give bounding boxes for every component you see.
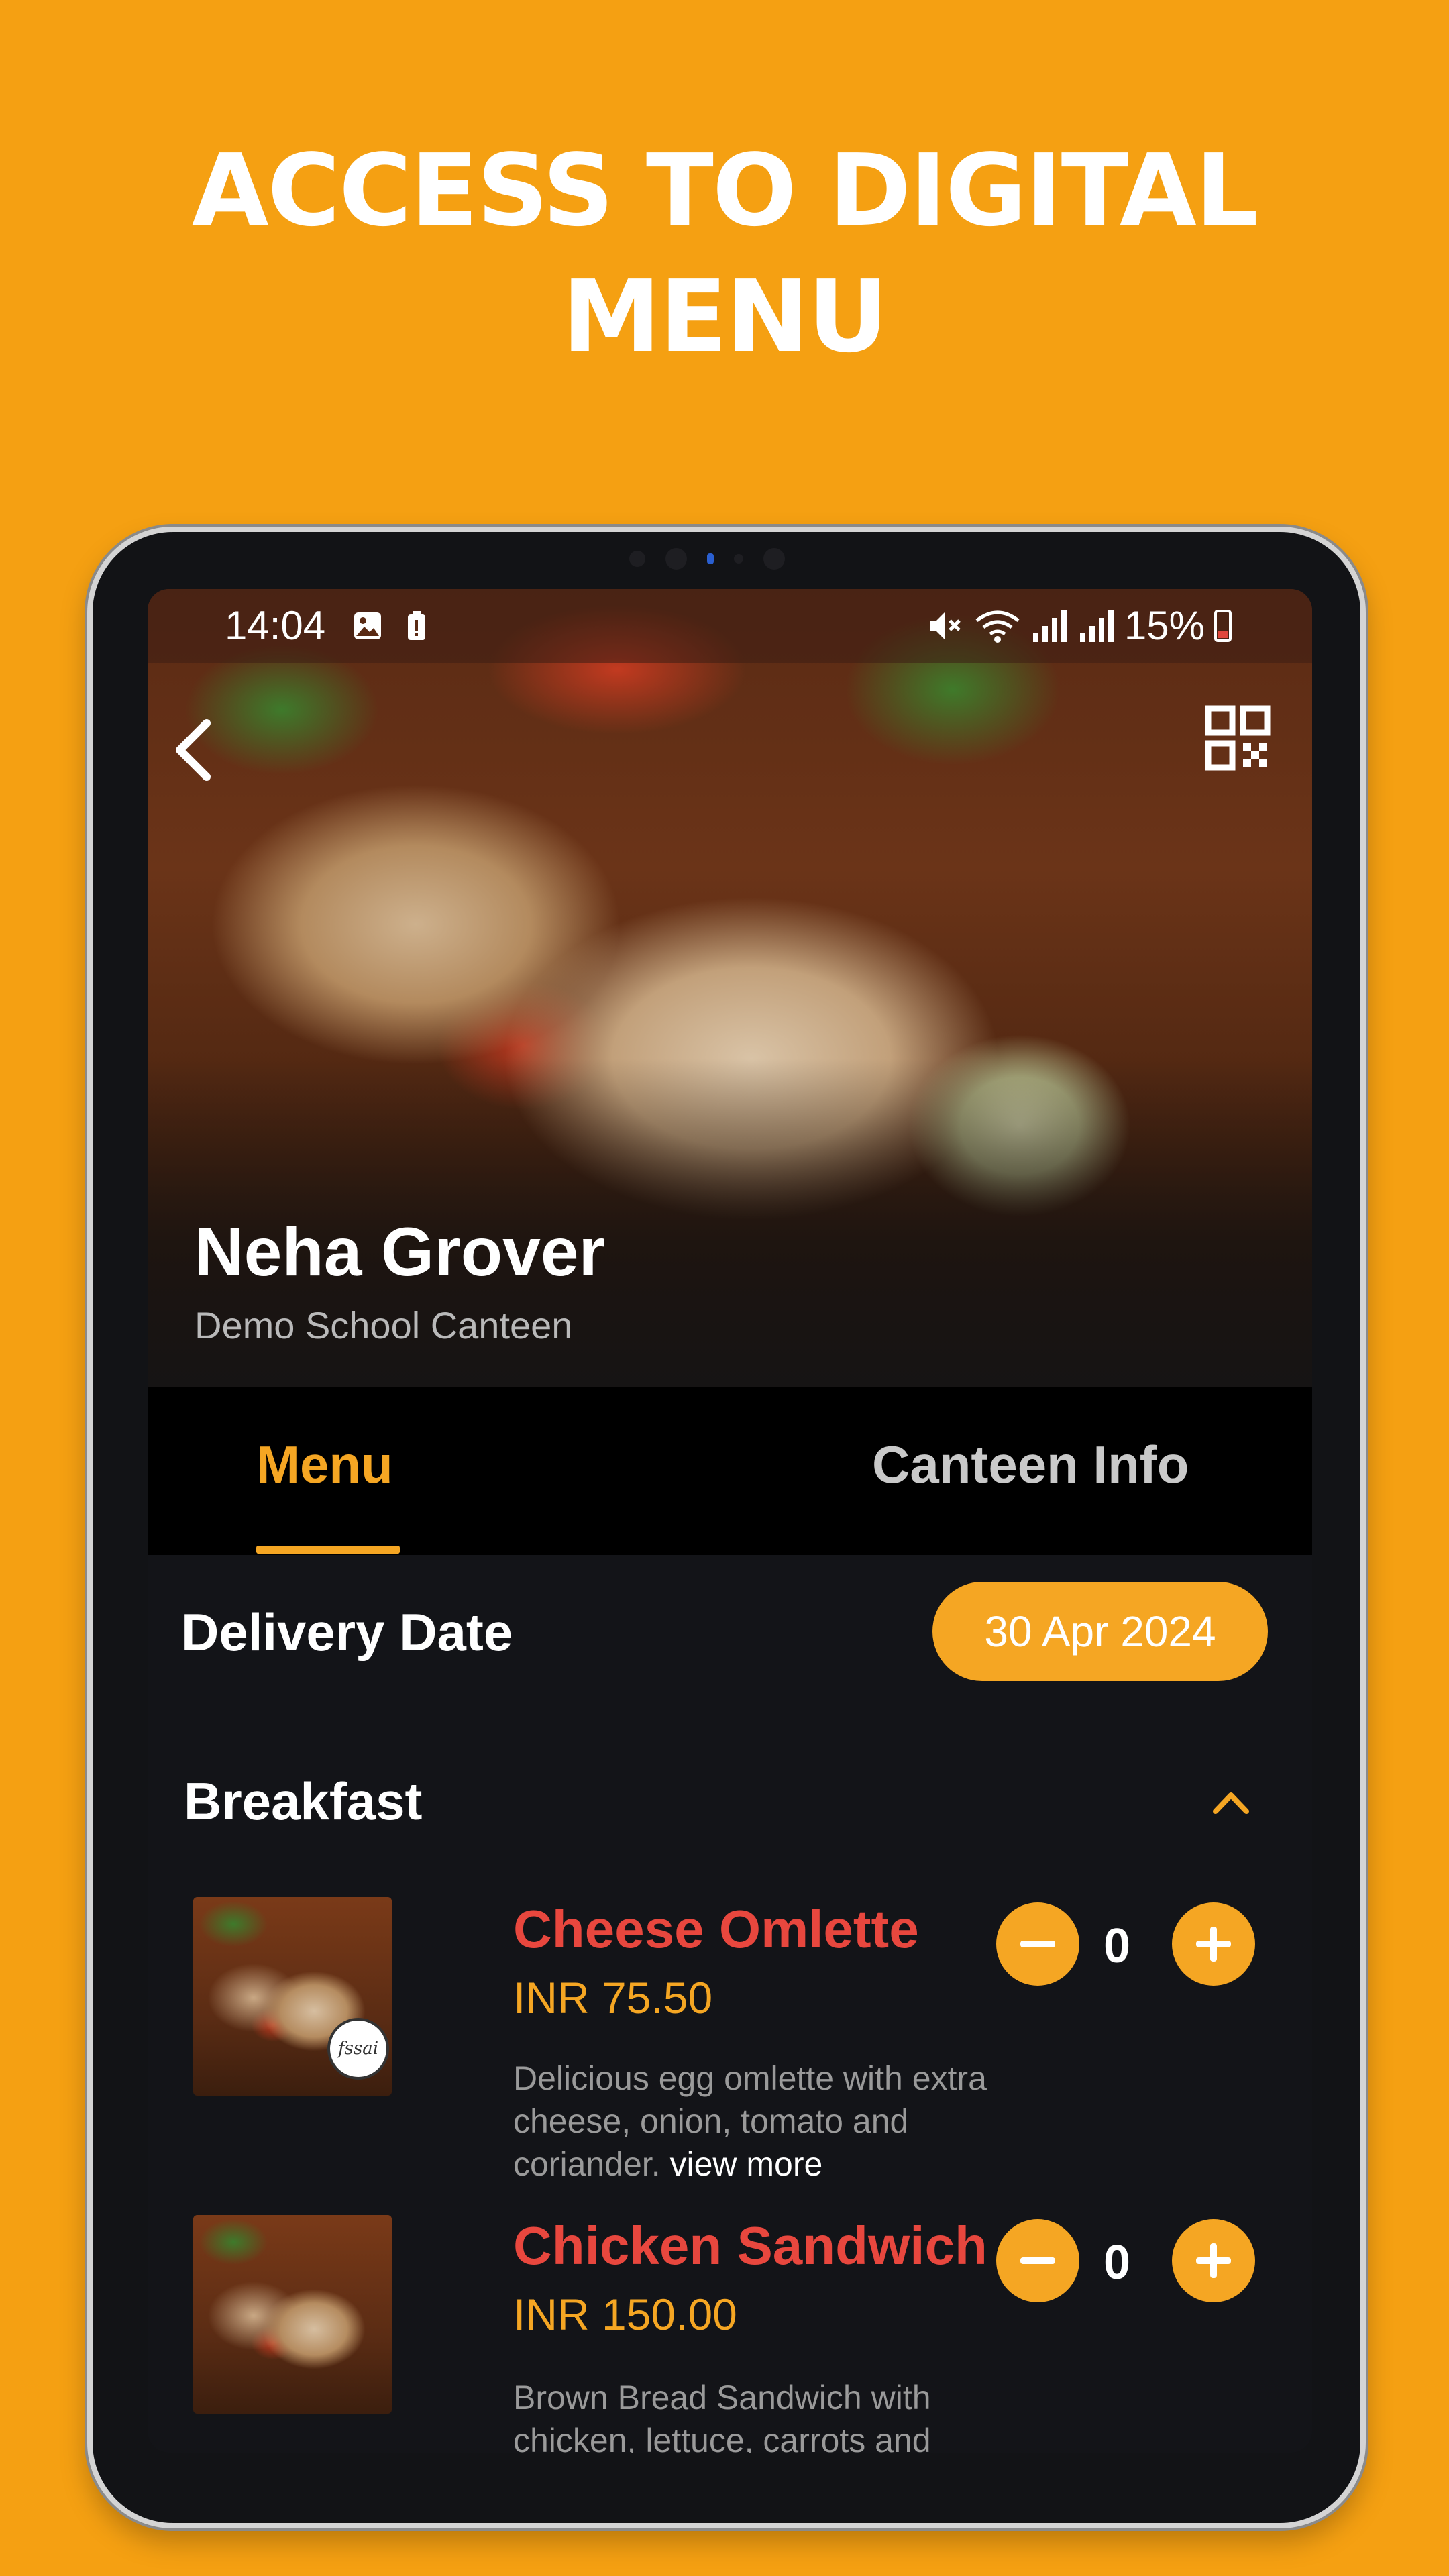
headline: ACCESS TO DIGITAL MENU: [0, 127, 1449, 380]
item-image: [193, 2215, 392, 2414]
camera-bar: [629, 545, 785, 572]
status-bar: 14:04 15%: [148, 589, 1312, 663]
tab-menu[interactable]: Menu: [256, 1434, 393, 1495]
headline-line-2: MENU: [561, 259, 888, 374]
qr-code-icon[interactable]: [1204, 704, 1271, 771]
minus-icon: [1020, 2257, 1055, 2264]
battery-alert-icon: [408, 611, 425, 640]
tab-bar: Menu Canteen Info: [148, 1387, 1312, 1555]
item-description: Delicious egg omlette with extra cheese,…: [513, 2059, 987, 2183]
delivery-date-button[interactable]: 30 Apr 2024: [932, 1582, 1268, 1681]
decrease-quantity-button[interactable]: [996, 2219, 1079, 2302]
headline-line-1: ACCESS TO DIGITAL: [191, 133, 1258, 248]
back-icon[interactable]: [161, 710, 228, 790]
signal-icon: [1032, 609, 1067, 642]
active-tab-indicator: [256, 1546, 400, 1554]
decrease-quantity-button[interactable]: [996, 1902, 1079, 1986]
owner-name: Neha Grover: [195, 1214, 606, 1290]
quantity-value: 0: [1103, 1919, 1131, 1973]
gallery-icon: [354, 612, 381, 639]
battery-icon: [1214, 609, 1232, 642]
tab-canteen-info[interactable]: Canteen Info: [872, 1434, 1189, 1495]
item-name: Chicken Sandwich: [513, 2216, 987, 2275]
increase-quantity-button[interactable]: [1172, 1902, 1255, 1986]
item-description: Brown Bread Sandwich with chicken, lettu…: [513, 2379, 931, 2453]
item-image: fssai: [193, 1897, 392, 2096]
wifi-icon: [975, 610, 1020, 643]
plus-icon: [1196, 2243, 1231, 2278]
view-more-link[interactable]: view more: [669, 2145, 822, 2183]
section-title-breakfast[interactable]: Breakfast: [184, 1771, 423, 1832]
item-price: INR 75.50: [513, 1973, 713, 2023]
app-screen: 14:04 15% Neha Grover Demo School Cantee…: [148, 589, 1312, 2453]
quantity-value: 0: [1103, 2236, 1131, 2290]
plus-icon: [1196, 1927, 1231, 1962]
signal-icon-2: [1079, 609, 1114, 642]
increase-quantity-button[interactable]: [1172, 2219, 1255, 2302]
chevron-up-icon[interactable]: [1208, 1782, 1254, 1822]
item-price: INR 150.00: [513, 2290, 737, 2339]
item-name: Cheese Omlette: [513, 1899, 919, 1959]
delivery-date-label: Delivery Date: [181, 1603, 513, 1662]
mute-icon: [929, 612, 961, 639]
minus-icon: [1020, 1941, 1055, 1947]
battery-percent: 15%: [1124, 603, 1205, 648]
status-time: 14:04: [225, 603, 326, 648]
status-right: 15%: [927, 602, 1232, 649]
tablet-device: 14:04 15% Neha Grover Demo School Cantee…: [87, 527, 1366, 2528]
canteen-name: Demo School Canteen: [195, 1304, 573, 1346]
fssai-badge: fssai: [327, 2018, 389, 2080]
